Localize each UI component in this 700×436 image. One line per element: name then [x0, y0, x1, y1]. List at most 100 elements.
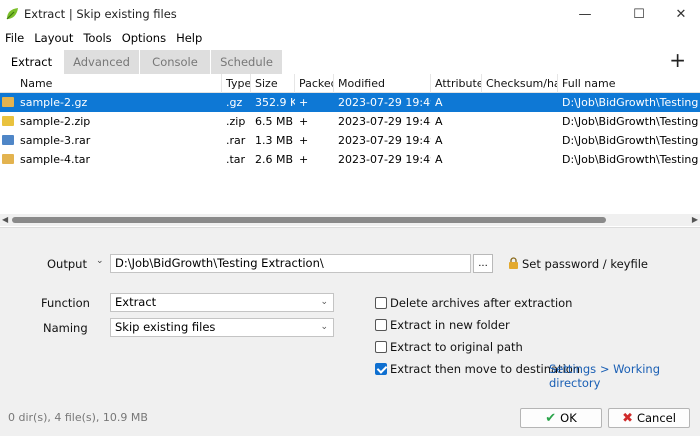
- file-modified: 2023-07-29 19:48:46: [338, 115, 431, 128]
- file-checksum: [482, 112, 558, 131]
- col-attributes[interactable]: Attributes: [431, 74, 482, 93]
- menu-help[interactable]: Help: [171, 31, 207, 45]
- rar-archive-icon: [2, 135, 14, 145]
- menu-tools[interactable]: Tools: [78, 31, 116, 45]
- extract-original-path-checkbox[interactable]: [375, 341, 387, 353]
- file-name: sample-3.rar: [20, 134, 91, 147]
- cancel-button-label: Cancel: [636, 411, 676, 425]
- menu-bar: File Layout Tools Options Help: [0, 28, 700, 48]
- file-modified: 2023-07-29 19:49:18: [338, 153, 431, 166]
- naming-select-value: Skip existing files: [115, 320, 216, 334]
- add-icon[interactable]: +: [669, 50, 686, 70]
- ok-button[interactable]: ✔ OK: [520, 408, 602, 428]
- table-row[interactable]: sample-2.zip .zip 6.5 MB + 2023-07-29 19…: [0, 112, 700, 131]
- settings-working-directory-link[interactable]: Settings > Working directory: [549, 362, 700, 390]
- file-attributes: A: [435, 96, 443, 109]
- scrollbar-thumb[interactable]: [12, 217, 606, 223]
- col-fullname[interactable]: Full name: [558, 74, 700, 93]
- col-type[interactable]: Type: [222, 74, 251, 93]
- file-attributes: A: [435, 153, 443, 166]
- file-packed: +: [299, 115, 309, 128]
- file-checksum: [482, 150, 558, 169]
- file-packed: +: [299, 153, 309, 166]
- file-type: .zip: [226, 115, 246, 128]
- tab-schedule[interactable]: Schedule: [211, 50, 282, 74]
- file-fullname: D:\Job\BidGrowth\Testing Extr: [562, 153, 700, 166]
- file-packed: +: [299, 134, 309, 147]
- cancel-x-icon: ✖: [622, 410, 633, 426]
- file-checksum: [482, 131, 558, 150]
- minimize-icon[interactable]: —: [562, 0, 608, 28]
- scroll-right-icon[interactable]: ▶: [692, 215, 698, 224]
- file-size: 2.6 MB: [255, 153, 294, 166]
- tab-strip: Extract Advanced Console Schedule: [0, 50, 700, 74]
- scroll-left-icon[interactable]: ◀: [2, 215, 8, 224]
- file-size: 352.9 KB: [255, 96, 295, 109]
- maximize-icon[interactable]: ☐: [616, 0, 662, 28]
- tab-advanced[interactable]: Advanced: [64, 50, 139, 74]
- tar-archive-icon: [2, 154, 14, 164]
- browse-button[interactable]: ...: [473, 254, 493, 273]
- file-name: sample-2.zip: [20, 115, 91, 128]
- delete-archives-checkbox[interactable]: [375, 297, 387, 309]
- tab-console[interactable]: Console: [140, 50, 210, 74]
- file-size: 6.5 MB: [255, 115, 294, 128]
- table-row[interactable]: sample-3.rar .rar 1.3 MB + 2023-07-29 19…: [0, 131, 700, 150]
- close-icon[interactable]: ✕: [658, 0, 700, 28]
- function-select[interactable]: Extract ⌄: [110, 293, 334, 312]
- file-list: Name Type Size Packed Modified Attribute…: [0, 74, 700, 214]
- file-packed: +: [299, 96, 309, 109]
- function-label: Function: [41, 296, 90, 310]
- chevron-down-icon: ⌄: [320, 297, 328, 307]
- file-name: sample-4.tar: [20, 153, 91, 166]
- horizontal-scrollbar[interactable]: ◀ ▶: [0, 214, 700, 226]
- naming-select[interactable]: Skip existing files ⌄: [110, 318, 334, 337]
- set-password-link[interactable]: Set password / keyfile: [522, 257, 648, 271]
- extract-then-move-checkbox[interactable]: [375, 363, 387, 375]
- output-path-input[interactable]: D:\Job\BidGrowth\Testing Extraction\: [110, 254, 471, 273]
- table-row[interactable]: sample-4.tar .tar 2.6 MB + 2023-07-29 19…: [0, 150, 700, 169]
- function-select-value: Extract: [115, 295, 157, 309]
- col-packed[interactable]: Packed: [295, 74, 334, 93]
- file-type: .tar: [226, 153, 246, 166]
- tab-extract[interactable]: Extract: [0, 50, 63, 74]
- output-history-chevron-icon[interactable]: ⌄: [96, 256, 104, 266]
- col-name[interactable]: Name: [16, 74, 222, 93]
- cancel-button[interactable]: ✖ Cancel: [608, 408, 690, 428]
- menu-file[interactable]: File: [0, 31, 29, 45]
- file-size: 1.3 MB: [255, 134, 294, 147]
- file-modified: 2023-07-29 19:49:00: [338, 134, 431, 147]
- table-row[interactable]: sample-2.gz .gz 352.9 KB + 2023-07-29 19…: [0, 93, 700, 112]
- file-name: sample-2.gz: [20, 96, 88, 109]
- col-checksum[interactable]: Checksum/hash: [482, 74, 558, 93]
- menu-options[interactable]: Options: [117, 31, 171, 45]
- extract-original-path-label: Extract to original path: [390, 340, 523, 354]
- extract-options-panel: Output ⌄ D:\Job\BidGrowth\Testing Extrac…: [0, 227, 700, 436]
- lock-icon: [509, 257, 518, 269]
- col-size[interactable]: Size: [251, 74, 295, 93]
- output-label: Output: [47, 257, 87, 271]
- extract-new-folder-checkbox[interactable]: [375, 319, 387, 331]
- window-title: Extract | Skip existing files: [24, 7, 177, 21]
- delete-archives-label: Delete archives after extraction: [390, 296, 573, 310]
- ok-button-label: OK: [560, 411, 577, 425]
- status-text: 0 dir(s), 4 file(s), 10.9 MB: [8, 411, 148, 424]
- file-fullname: D:\Job\BidGrowth\Testing Extr: [562, 96, 700, 109]
- menu-layout[interactable]: Layout: [29, 31, 78, 45]
- file-type: .gz: [226, 96, 243, 109]
- app-leaf-icon: [6, 8, 18, 20]
- file-attributes: A: [435, 115, 443, 128]
- zip-archive-icon: [2, 116, 14, 126]
- file-modified: 2023-07-29 19:49:34: [338, 96, 431, 109]
- naming-label: Naming: [43, 321, 88, 335]
- file-attributes: A: [435, 134, 443, 147]
- file-fullname: D:\Job\BidGrowth\Testing Extr: [562, 134, 700, 147]
- chevron-down-icon: ⌄: [320, 322, 328, 332]
- file-checksum: [482, 93, 558, 112]
- extract-new-folder-label: Extract in new folder: [390, 318, 510, 332]
- col-modified[interactable]: Modified: [334, 74, 431, 93]
- file-type: .rar: [226, 134, 246, 147]
- file-list-header: Name Type Size Packed Modified Attribute…: [0, 74, 700, 93]
- file-fullname: D:\Job\BidGrowth\Testing Extr: [562, 115, 700, 128]
- checkmark-icon: ✔: [545, 410, 557, 426]
